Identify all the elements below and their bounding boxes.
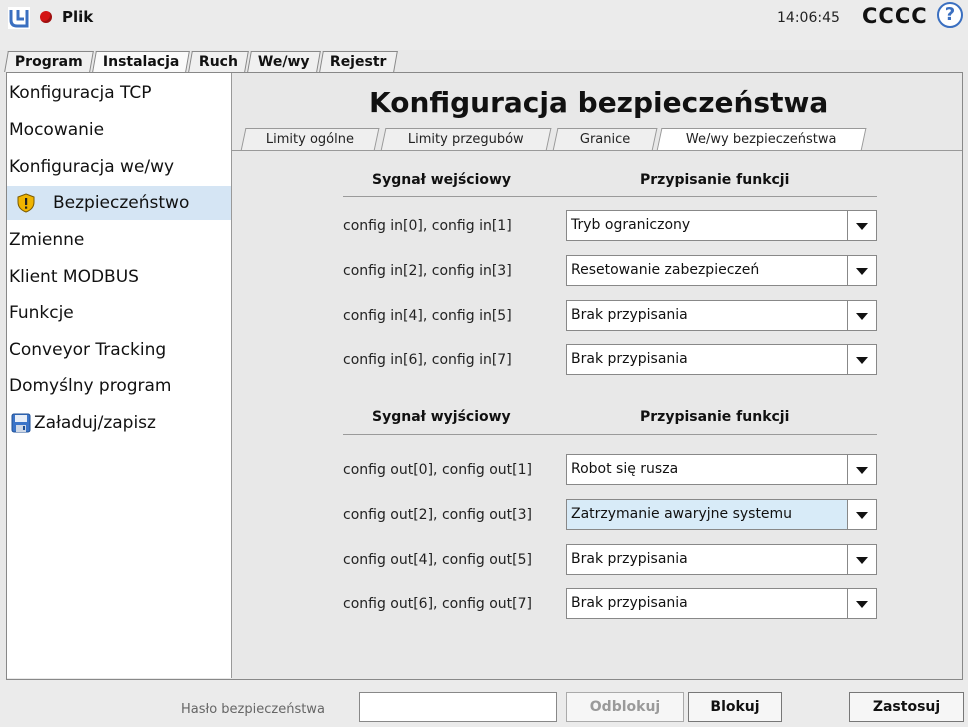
floppy-disk-icon: [11, 413, 31, 433]
password-label: Hasło bezpieczeństwa: [181, 702, 325, 717]
output-function-select[interactable]: Brak przypisania: [566, 544, 877, 575]
apply-button[interactable]: Zastosuj: [849, 692, 964, 722]
dropdown-arrow-icon: [847, 455, 876, 484]
sidebar-item-variables[interactable]: Zmienne: [7, 223, 231, 257]
subtab-boundaries[interactable]: Granice: [552, 128, 658, 151]
dropdown-arrow-icon: [847, 545, 876, 574]
sidebar-item-modbus[interactable]: Klient MODBUS: [7, 260, 231, 294]
output-signal-header: Sygnał wyjściowy: [372, 409, 511, 425]
tab-log[interactable]: Rejestr: [318, 51, 398, 72]
subtab-safety-io[interactable]: We/wy bezpieczeństwa: [656, 128, 867, 151]
input-signal-label: config in[0], config in[1]: [343, 218, 512, 234]
password-input[interactable]: [359, 692, 557, 722]
sidebar-item-safety[interactable]: Bezpieczeństwo: [7, 186, 231, 220]
output-header-divider: [343, 434, 877, 435]
output-signal-label: config out[6], config out[7]: [343, 596, 532, 612]
tab-move[interactable]: Ruch: [188, 51, 250, 72]
ur-logo-icon: [8, 7, 30, 29]
sidebar-item-io-setup[interactable]: Konfiguracja we/wy: [7, 150, 231, 184]
tab-io[interactable]: We/wy: [247, 51, 321, 72]
output-function-select[interactable]: Zatrzymanie awaryjne systemu: [566, 499, 877, 530]
input-signal-header: Sygnał wejściowy: [372, 172, 512, 188]
dropdown-arrow-icon: [847, 500, 876, 529]
file-menu[interactable]: Plik: [62, 8, 93, 26]
top-bar: Plik 14:06:45 CCCC ?: [0, 0, 968, 50]
output-signal-label: config out[4], config out[5]: [343, 552, 532, 568]
output-function-select[interactable]: Brak przypisania: [566, 588, 877, 619]
input-header-divider: [343, 196, 877, 197]
input-function-select[interactable]: Tryb ograniczony: [566, 210, 877, 241]
input-signal-label: config in[4], config in[5]: [343, 308, 512, 324]
help-icon[interactable]: ?: [937, 2, 963, 28]
sidebar: Konfiguracja TCP Mocowanie Konfiguracja …: [7, 73, 232, 678]
output-function-header: Przypisanie funkcji: [640, 409, 790, 425]
robot-status-dot: [40, 11, 52, 23]
tab-program[interactable]: Program: [4, 51, 94, 72]
page-title: Konfiguracja bezpieczeństwa: [369, 86, 829, 119]
output-signal-label: config out[0], config out[1]: [343, 462, 532, 478]
dropdown-arrow-icon: [847, 301, 876, 330]
dropdown-arrow-icon: [847, 345, 876, 374]
clock: 14:06:45: [777, 10, 840, 26]
output-function-select[interactable]: Robot się rusza: [566, 454, 877, 485]
tab-installation[interactable]: Instalacja: [91, 51, 191, 72]
sidebar-item-features[interactable]: Funkcje: [7, 296, 231, 330]
input-function-select[interactable]: Brak przypisania: [566, 344, 877, 375]
input-function-header: Przypisanie funkcji: [640, 172, 790, 188]
main-tabs: Program Instalacja Ruch We/wy Rejestr: [4, 51, 398, 73]
safety-shield-icon: [17, 193, 35, 213]
unlock-button[interactable]: Odblokuj: [566, 692, 684, 722]
sidebar-item-default-program[interactable]: Domyślny program: [7, 369, 231, 403]
robot-name: CCCC: [862, 4, 928, 28]
input-function-select[interactable]: Resetowanie zabezpieczeń: [566, 255, 877, 286]
dropdown-arrow-icon: [847, 589, 876, 618]
sidebar-item-load-save[interactable]: Załaduj/zapisz: [7, 406, 231, 440]
input-signal-label: config in[2], config in[3]: [343, 263, 512, 279]
output-signal-label: config out[2], config out[3]: [343, 507, 532, 523]
dropdown-arrow-icon: [847, 256, 876, 285]
subtab-joint-limits[interactable]: Limity przegubów: [380, 128, 552, 151]
sidebar-item-conveyor[interactable]: Conveyor Tracking: [7, 333, 231, 367]
sidebar-item-tcp[interactable]: Konfiguracja TCP: [7, 76, 231, 110]
input-signal-label: config in[6], config in[7]: [343, 352, 512, 368]
sidebar-item-mounting[interactable]: Mocowanie: [7, 113, 231, 147]
dropdown-arrow-icon: [847, 211, 876, 240]
subtab-general-limits[interactable]: Limity ogólne: [240, 128, 380, 151]
lock-button[interactable]: Blokuj: [688, 692, 782, 722]
input-function-select[interactable]: Brak przypisania: [566, 300, 877, 331]
